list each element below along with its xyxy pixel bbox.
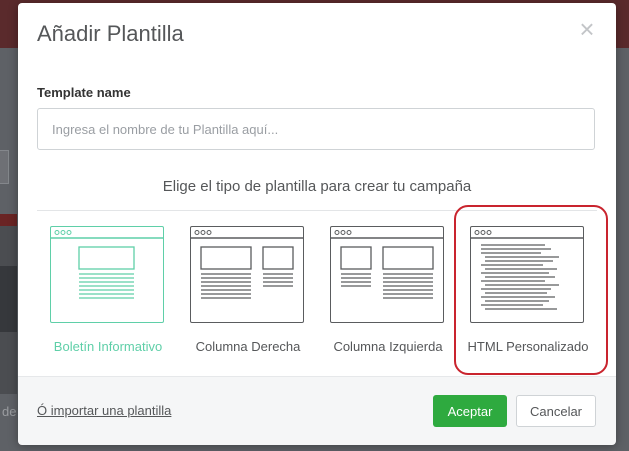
template-type-label: Columna Izquierda	[333, 339, 443, 354]
right-column-layout-icon	[190, 226, 304, 323]
accept-button[interactable]: Aceptar	[433, 395, 507, 427]
background-text: de	[2, 404, 17, 419]
import-template-link[interactable]: Ó importar una plantilla	[37, 403, 171, 418]
custom-html-layout-icon	[470, 226, 584, 323]
cancel-button[interactable]: Cancelar	[516, 395, 596, 427]
background-thumbnail	[0, 214, 17, 394]
choose-type-prompt: Elige el tipo de plantilla para crear tu…	[162, 178, 472, 195]
template-name-input[interactable]	[37, 108, 595, 150]
background-thumbnail-strip	[0, 214, 17, 226]
template-type-right-column[interactable]: Columna Derecha	[178, 211, 318, 376]
newsletter-layout-icon	[50, 226, 164, 323]
template-type-options: Boletín Informativo Columna Derecha Colu…	[18, 205, 616, 376]
close-icon[interactable]: ×	[576, 16, 598, 42]
left-column-layout-icon	[330, 226, 444, 323]
background-panel	[0, 150, 9, 184]
template-type-label: Columna Derecha	[195, 339, 301, 354]
template-type-label: HTML Personalizado	[467, 339, 589, 354]
template-type-newsletter[interactable]: Boletín Informativo	[38, 211, 178, 376]
template-type-left-column[interactable]: Columna Izquierda	[318, 211, 458, 376]
template-name-label: Template name	[37, 85, 131, 100]
template-type-label: Boletín Informativo	[53, 339, 163, 354]
background-thumbnail-photo	[0, 266, 17, 332]
modal-footer: Ó importar una plantilla Aceptar Cancela…	[18, 376, 616, 445]
template-type-custom-html[interactable]: HTML Personalizado	[458, 211, 598, 376]
add-template-modal: Añadir Plantilla × Template name Elige e…	[18, 3, 616, 445]
modal-title: Añadir Plantilla	[37, 21, 184, 46]
